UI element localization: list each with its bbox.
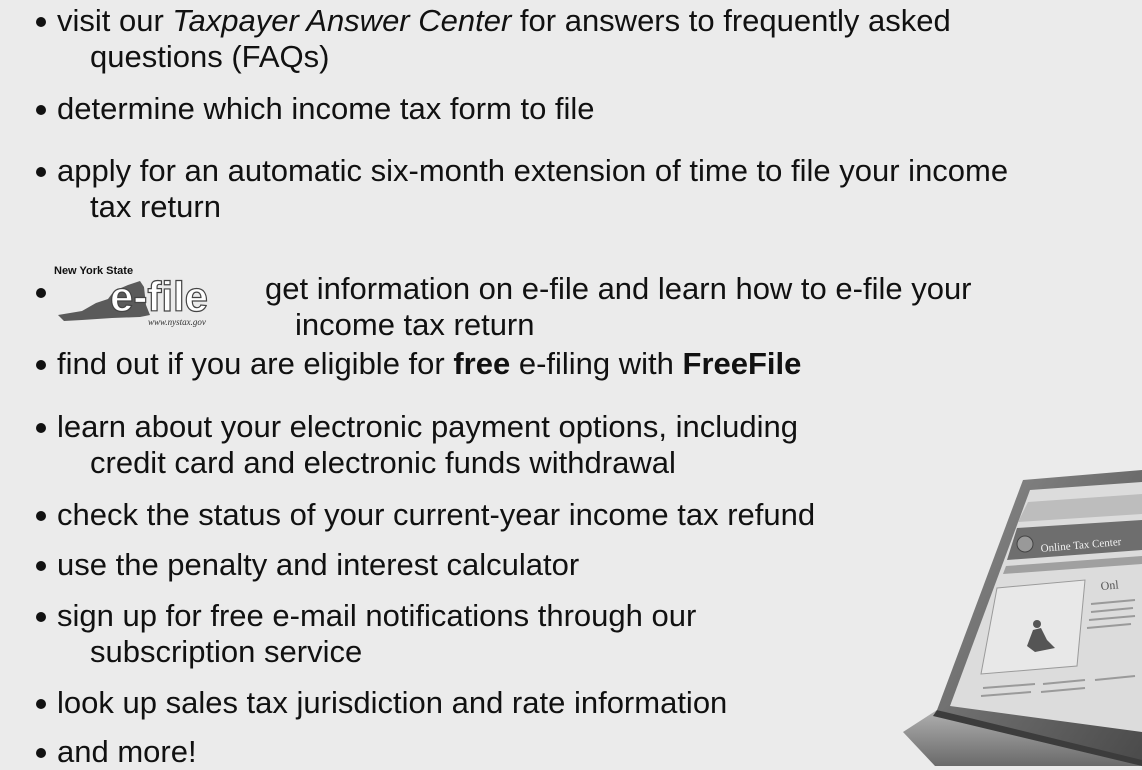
taxpayer-answer-center-link[interactable]: Taxpayer Answer Center [172, 3, 511, 38]
item-text: check the status of your current-year in… [57, 497, 816, 532]
bullet-icon [36, 511, 46, 521]
item-line: questions (FAQs) [90, 38, 329, 75]
item-text: e-filing with [510, 346, 683, 381]
item-text: learn about your electronic payment opti… [57, 409, 799, 444]
item-line: use the penalty and interest calculator [57, 546, 579, 583]
efile-logo-url: www.nystax.gov [148, 317, 206, 327]
bullet-icon [36, 561, 46, 571]
item-line: get information on e-file and learn how … [265, 270, 972, 307]
nys-seal-icon [1016, 535, 1034, 553]
item-text: apply for an automatic six-month extensi… [57, 153, 1009, 188]
item-text: find out if you are eligible for [57, 346, 454, 381]
bullet-icon [36, 105, 46, 115]
item-line: find out if you are eligible for free e-… [57, 345, 801, 382]
bullet-icon [36, 360, 46, 370]
item-text: sign up for free e-mail notifications th… [57, 598, 697, 633]
bullet-icon [36, 748, 46, 758]
bullet-icon [36, 17, 46, 27]
item-text: look up sales tax jurisdiction and rate … [57, 685, 728, 720]
item-text: questions (FAQs) [90, 39, 330, 74]
bullet-icon [36, 612, 46, 622]
screen-heading: Onl [1100, 577, 1120, 593]
item-line: learn about your electronic payment opti… [57, 408, 798, 445]
nys-efile-logo: New York State e-file www.nystax.gov [54, 265, 209, 327]
laptop-photo: Online Tax Center Onl [903, 470, 1142, 766]
bullet-icon [36, 699, 46, 709]
item-line: credit card and electronic funds withdra… [90, 444, 676, 481]
person-head [1033, 620, 1041, 628]
item-line: sign up for free e-mail notifications th… [57, 597, 696, 634]
item-text: income tax return [295, 307, 535, 342]
item-line: subscription service [90, 633, 362, 670]
item-line: look up sales tax jurisdiction and rate … [57, 684, 727, 721]
item-text: credit card and electronic funds withdra… [90, 445, 676, 480]
item-line: apply for an automatic six-month extensi… [57, 152, 1008, 189]
item-text: and more! [57, 734, 197, 769]
item-text: visit our [57, 3, 173, 38]
item-text: for answers to frequently asked [511, 3, 951, 38]
free-emphasis: free [453, 346, 511, 381]
freefile-link[interactable]: FreeFile [683, 346, 802, 381]
efile-logo-mark: e-file [110, 273, 208, 320]
bullet-icon [36, 288, 46, 298]
item-text: tax return [90, 189, 221, 224]
item-line: tax return [90, 188, 221, 225]
item-line: determine which income tax form to file [57, 90, 595, 127]
bullet-icon [36, 423, 46, 433]
item-text: subscription service [90, 634, 363, 669]
item-line: and more! [57, 733, 197, 770]
item-line: income tax return [295, 306, 535, 343]
item-line: visit our Taxpayer Answer Center for ans… [57, 2, 951, 39]
item-text: determine which income tax form to file [57, 91, 595, 126]
item-text: get information on e-file and learn how … [265, 271, 972, 306]
bullet-icon [36, 167, 46, 177]
item-line: check the status of your current-year in… [57, 496, 815, 533]
content-photo [980, 579, 1086, 675]
item-text: use the penalty and interest calculator [57, 547, 580, 582]
